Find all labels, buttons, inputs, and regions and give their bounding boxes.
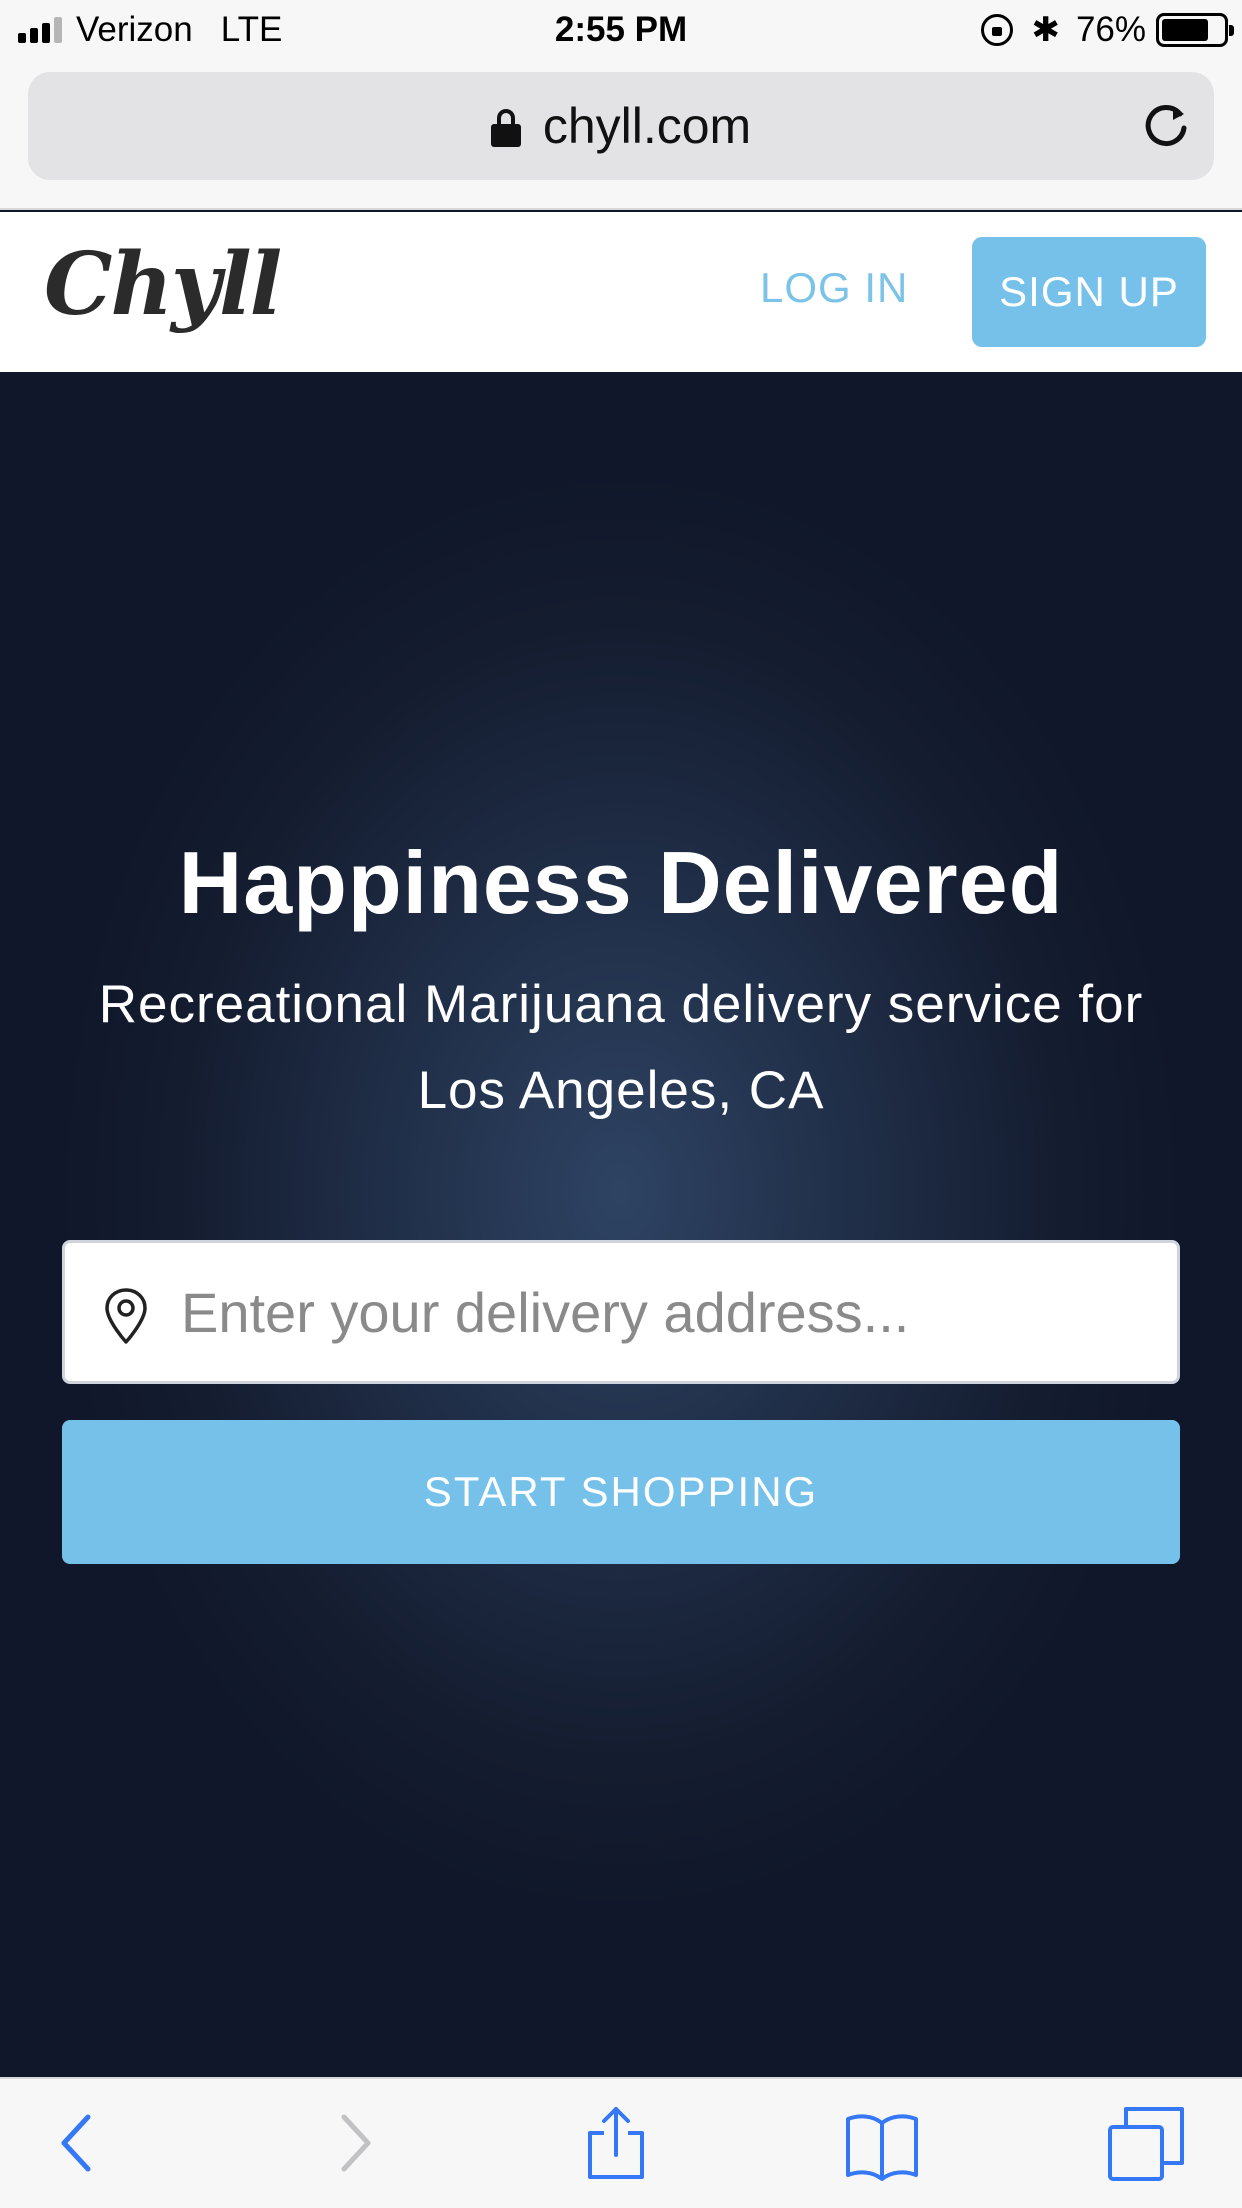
status-right: ✱ 76%: [981, 10, 1234, 50]
start-shopping-button[interactable]: START SHOPPING: [62, 1420, 1180, 1564]
delivery-address-field[interactable]: [62, 1240, 1180, 1384]
rotation-lock-icon: [981, 14, 1014, 46]
battery-fill: [1162, 19, 1208, 41]
delivery-address-input[interactable]: [181, 1243, 1161, 1381]
bluetooth-icon: ✱: [1031, 11, 1060, 49]
url-text: chyll.com: [542, 98, 752, 154]
address-bar[interactable]: chyll.com: [28, 72, 1214, 180]
battery-icon: [1156, 13, 1234, 47]
bookmarks-icon[interactable]: [842, 2103, 922, 2183]
back-icon[interactable]: [38, 2103, 118, 2183]
share-icon[interactable]: [576, 2103, 656, 2183]
signup-button[interactable]: SIGN UP: [972, 237, 1206, 347]
tabs-icon[interactable]: [1106, 2103, 1186, 2183]
browser-toolbar: [0, 2077, 1242, 2208]
site-header: Chyll LOG IN SIGN UP: [0, 212, 1242, 372]
location-pin-icon: [105, 1288, 147, 1344]
forward-icon[interactable]: [314, 2103, 394, 2183]
login-link[interactable]: LOG IN: [760, 264, 908, 312]
hero-section: Happiness Delivered Recreational Marijua…: [0, 372, 1242, 2077]
url-display[interactable]: chyll.com: [28, 72, 1214, 180]
browser-url-area: chyll.com: [0, 62, 1242, 210]
hero-title: Happiness Delivered: [178, 833, 1064, 932]
lock-icon: [490, 109, 521, 147]
reload-icon[interactable]: [1140, 100, 1192, 152]
chyll-logo[interactable]: Chyll: [44, 234, 282, 335]
battery-percent: 76%: [1075, 10, 1146, 49]
hero-subtitle: Recreational Marijuana delivery service …: [98, 975, 1144, 1120]
status-bar: Verizon LTE 2:55 PM ✱ 76%: [0, 0, 1242, 62]
